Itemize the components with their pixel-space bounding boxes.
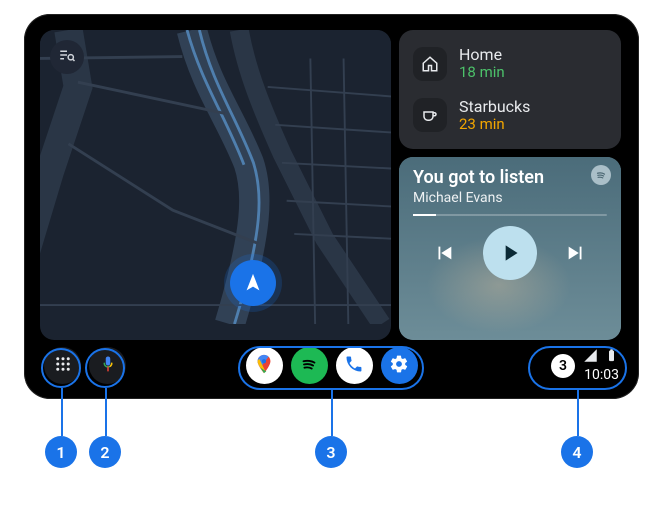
callout-line [331,390,333,436]
spotify-icon [298,353,320,379]
destination-home[interactable]: Home 18 min [411,38,609,90]
app-spotify[interactable] [291,347,328,384]
app-maps[interactable] [246,347,283,384]
callout-line [105,388,107,436]
callout-3: 3 [315,436,347,468]
device-frame: Home 18 min Starbucks 23 min [24,14,639,399]
play-button[interactable] [483,226,537,280]
clock: 10:03 [584,367,619,383]
app-phone[interactable] [336,347,373,384]
side-pane: Home 18 min Starbucks 23 min [399,30,621,340]
search-list-icon [58,46,76,68]
callout-1: 1 [45,436,77,468]
callout-2: 2 [89,436,121,468]
status-area: 10:03 [583,348,619,383]
coffee-icon [413,98,447,132]
media-artist: Michael Evans [413,190,607,206]
navigation-bar: 3 10:03 [34,342,629,389]
destination-label: Home [459,46,505,64]
destination-starbucks[interactable]: Starbucks 23 min [411,90,609,142]
mic-icon [99,355,117,377]
notification-count[interactable]: 3 [551,354,575,378]
destination-eta: 18 min [459,64,505,81]
gear-icon [389,354,409,378]
callout-line [577,390,579,436]
map-search-button[interactable] [50,40,84,74]
destinations-card: Home 18 min Starbucks 23 min [399,30,621,149]
callout-4: 4 [561,436,593,468]
current-location-marker [230,260,276,306]
grid-icon [54,355,72,377]
destination-eta: 23 min [459,116,530,133]
app-launcher-button[interactable] [44,347,81,384]
media-card[interactable]: You got to listen Michael Evans [399,157,621,340]
screen: Home 18 min Starbucks 23 min [34,24,629,389]
map-background [40,30,391,324]
voice-assistant-button[interactable] [89,347,126,384]
maps-icon [253,353,275,379]
next-track-button[interactable] [565,242,587,264]
callout-line [61,388,63,436]
map-pane[interactable] [40,30,391,340]
media-progress[interactable] [413,214,607,216]
media-title: You got to listen [413,167,607,188]
battery-icon [604,348,619,367]
home-icon [413,47,447,81]
phone-icon [344,354,364,378]
destination-label: Starbucks [459,98,530,116]
signal-icon [583,348,598,367]
app-settings[interactable] [381,347,418,384]
previous-track-button[interactable] [433,242,455,264]
